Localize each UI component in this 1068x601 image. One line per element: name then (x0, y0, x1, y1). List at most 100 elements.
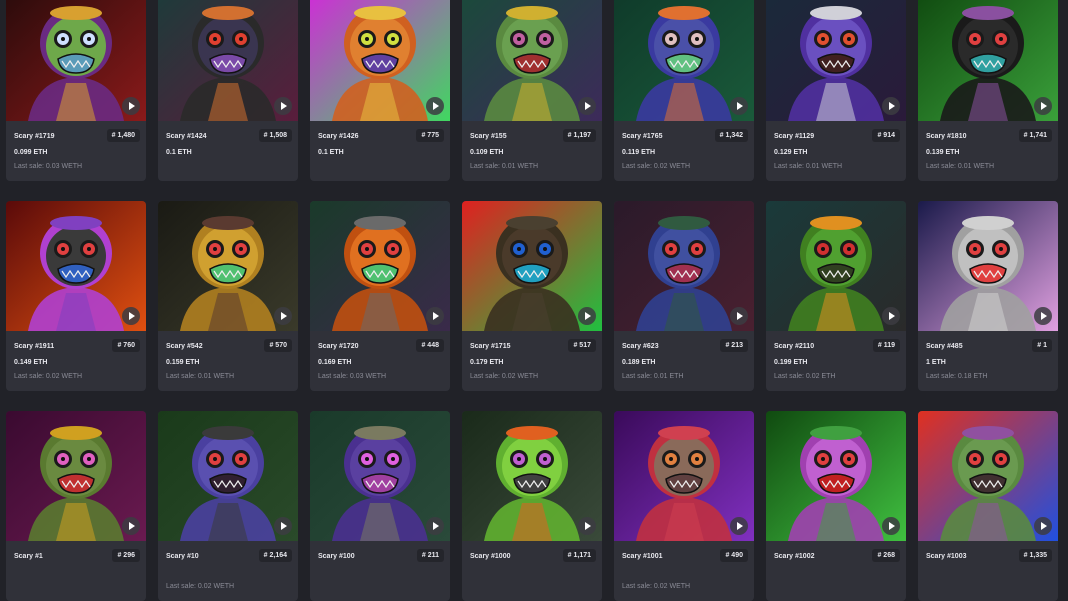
nft-card[interactable]: Scary #623 # 213 0.189 ETH Last sale: 0.01 … (614, 201, 754, 391)
last-sale: Last sale: 0.02 WETH (166, 583, 235, 590)
nft-image[interactable] (462, 201, 602, 331)
nft-image[interactable] (462, 0, 602, 121)
nft-card-info: Scary #1719 # 1,480 0.099 ETH Last sale: 0.… (6, 121, 146, 181)
play-icon[interactable] (1034, 307, 1052, 325)
nft-price: 0.129 ETH (774, 149, 808, 156)
nft-card[interactable]: Scary #542 # 570 0.159 ETH Last sale: 0.01 … (158, 201, 298, 391)
nft-price: 0.179 ETH (470, 359, 504, 366)
play-triangle-icon (737, 312, 743, 320)
play-triangle-icon (889, 312, 895, 320)
nft-image[interactable] (918, 0, 1058, 121)
nft-image[interactable] (310, 411, 450, 541)
nft-image[interactable] (614, 411, 754, 541)
play-icon[interactable] (730, 307, 748, 325)
play-triangle-icon (281, 102, 287, 110)
nft-name: Scary #542 (166, 343, 203, 350)
nft-image[interactable] (158, 411, 298, 541)
play-triangle-icon (281, 312, 287, 320)
nft-card[interactable]: Scary #1810 # 1,741 0.139 ETH Last sale: 0.… (918, 0, 1058, 181)
play-icon[interactable] (578, 517, 596, 535)
nft-card[interactable]: Scary #1001 # 490 Last sale: 0.02 WETH (614, 411, 754, 601)
nft-card-info: Scary #1424 # 1,508 0.1 ETH (158, 121, 298, 181)
nft-card[interactable]: Scary #1003 # 1,335 (918, 411, 1058, 601)
nft-card[interactable]: Scary #485 # 1 1 ETH Last sale: 0.18 ETH (918, 201, 1058, 391)
nft-card[interactable]: Scary #1424 # 1,508 0.1 ETH (158, 0, 298, 181)
nft-image[interactable] (310, 201, 450, 331)
play-icon[interactable] (882, 307, 900, 325)
nft-price: 0.159 ETH (166, 359, 200, 366)
nft-name: Scary #100 (318, 553, 355, 560)
play-icon[interactable] (882, 517, 900, 535)
play-triangle-icon (737, 102, 743, 110)
nft-name: Scary #1810 (926, 133, 967, 140)
nft-image[interactable] (614, 0, 754, 121)
nft-card-info: Scary #623 # 213 0.189 ETH Last sale: 0.01 … (614, 331, 754, 391)
play-icon[interactable] (274, 307, 292, 325)
nft-image[interactable] (766, 411, 906, 541)
nft-card[interactable]: Scary #1426 # 775 0.1 ETH (310, 0, 450, 181)
play-icon[interactable] (1034, 517, 1052, 535)
nft-card[interactable]: Scary #1715 # 517 0.179 ETH Last sale: 0.02… (462, 201, 602, 391)
nft-card[interactable]: Scary #1002 # 268 (766, 411, 906, 601)
play-icon[interactable] (274, 517, 292, 535)
nft-price: 0.149 ETH (14, 359, 48, 366)
play-triangle-icon (433, 522, 439, 530)
play-icon[interactable] (730, 517, 748, 535)
play-triangle-icon (433, 312, 439, 320)
play-triangle-icon (737, 522, 743, 530)
nft-image[interactable] (6, 0, 146, 121)
nft-price: 0.119 ETH (622, 149, 656, 156)
last-sale: Last sale: 0.01 WETH (470, 163, 539, 170)
nft-image[interactable] (614, 201, 754, 331)
nft-card[interactable]: Scary #1129 # 914 0.129 ETH Last sale: 0.01… (766, 0, 906, 181)
play-icon[interactable] (882, 97, 900, 115)
last-sale: Last sale: 0.01 WETH (166, 373, 235, 380)
last-sale: Last sale: 0.02 WETH (622, 583, 691, 590)
nft-name: Scary #1001 (622, 553, 663, 560)
nft-image[interactable] (766, 0, 906, 121)
nft-card[interactable]: Scary #155 # 1,197 0.109 ETH Last sale: 0.0… (462, 0, 602, 181)
nft-name: Scary #1129 (774, 133, 815, 140)
nft-card-info: Scary #100 # 211 (310, 541, 450, 601)
play-icon[interactable] (274, 97, 292, 115)
nft-card-info: Scary #155 # 1,197 0.109 ETH Last sale: 0.0… (462, 121, 602, 181)
nft-card[interactable]: Scary #10 # 2,164 Last sale: 0.02 WETH (158, 411, 298, 601)
play-icon[interactable] (122, 517, 140, 535)
play-icon[interactable] (426, 517, 444, 535)
nft-image[interactable] (918, 201, 1058, 331)
play-icon[interactable] (578, 97, 596, 115)
rarity-rank-badge: # 213 (720, 339, 748, 352)
nft-card-info: Scary #1720 # 448 0.169 ETH Last sale: 0.03… (310, 331, 450, 391)
play-icon[interactable] (426, 307, 444, 325)
rarity-rank-badge: # 1,741 (1018, 129, 1052, 142)
nft-image[interactable] (462, 411, 602, 541)
nft-image[interactable] (158, 0, 298, 121)
nft-card[interactable]: Scary #1 # 296 (6, 411, 146, 601)
rarity-rank-badge: # 1,197 (562, 129, 596, 142)
last-sale: Last sale: 0.03 WETH (14, 163, 83, 170)
rarity-rank-badge: # 775 (416, 129, 444, 142)
play-icon[interactable] (122, 307, 140, 325)
nft-card[interactable]: Scary #2110 # 119 0.199 ETH Last sale: 0.02… (766, 201, 906, 391)
nft-image[interactable] (918, 411, 1058, 541)
nft-card[interactable]: Scary #1911 # 760 0.149 ETH Last sale: 0.02… (6, 201, 146, 391)
nft-image[interactable] (6, 411, 146, 541)
nft-card[interactable]: Scary #100 # 211 (310, 411, 450, 601)
nft-image[interactable] (158, 201, 298, 331)
nft-price: 0.1 ETH (166, 149, 192, 156)
play-icon[interactable] (426, 97, 444, 115)
nft-price: 0.1 ETH (318, 149, 344, 156)
nft-image[interactable] (6, 201, 146, 331)
nft-image[interactable] (310, 0, 450, 121)
nft-card[interactable]: Scary #1000 # 1,171 (462, 411, 602, 601)
nft-card[interactable]: Scary #1765 # 1,342 0.119 ETH Last sale: 0.… (614, 0, 754, 181)
nft-price: 0.109 ETH (470, 149, 504, 156)
play-icon[interactable] (578, 307, 596, 325)
nft-image[interactable] (766, 201, 906, 331)
nft-card[interactable]: Scary #1720 # 448 0.169 ETH Last sale: 0.03… (310, 201, 450, 391)
nft-card[interactable]: Scary #1719 # 1,480 0.099 ETH Last sale: 0.… (6, 0, 146, 181)
play-icon[interactable] (1034, 97, 1052, 115)
play-icon[interactable] (730, 97, 748, 115)
rarity-rank-badge: # 490 (720, 549, 748, 562)
play-icon[interactable] (122, 97, 140, 115)
